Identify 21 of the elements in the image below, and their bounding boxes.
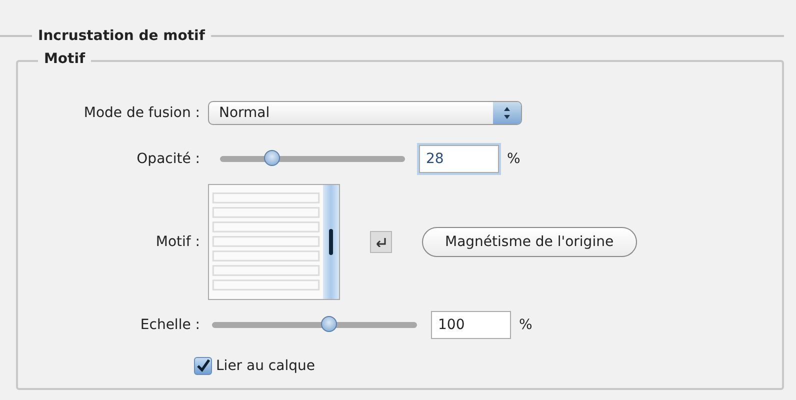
blend-mode-dropdown[interactable]: Normal <box>208 101 522 125</box>
unit-label: % <box>519 317 532 333</box>
stepper-icon <box>503 106 511 120</box>
number-field[interactable]: 28 <box>419 145 499 173</box>
field-label: Echelle : <box>139 317 201 333</box>
scroll-thumb[interactable] <box>329 229 333 255</box>
checkbox[interactable] <box>194 357 212 375</box>
number-field[interactable]: 100 <box>431 311 511 339</box>
new-preset-button[interactable] <box>370 231 392 253</box>
slider-thumb[interactable] <box>264 150 280 166</box>
link-layer-checkbox[interactable]: Lier au calque <box>194 357 315 375</box>
field-label: Opacité : <box>136 151 201 167</box>
unit-label: % <box>507 151 520 167</box>
slider-thumb[interactable] <box>320 316 337 332</box>
corner-arrow-icon <box>376 238 386 246</box>
scrollbar[interactable] <box>323 185 339 299</box>
checkmark-icon <box>196 359 210 373</box>
snap-to-origin-button[interactable]: Magnétisme de l'origine <box>422 227 637 257</box>
section-title: Incrustation de motif <box>38 28 205 44</box>
field-label: Motif : <box>154 234 201 250</box>
field-label: Mode de fusion : <box>82 105 201 121</box>
